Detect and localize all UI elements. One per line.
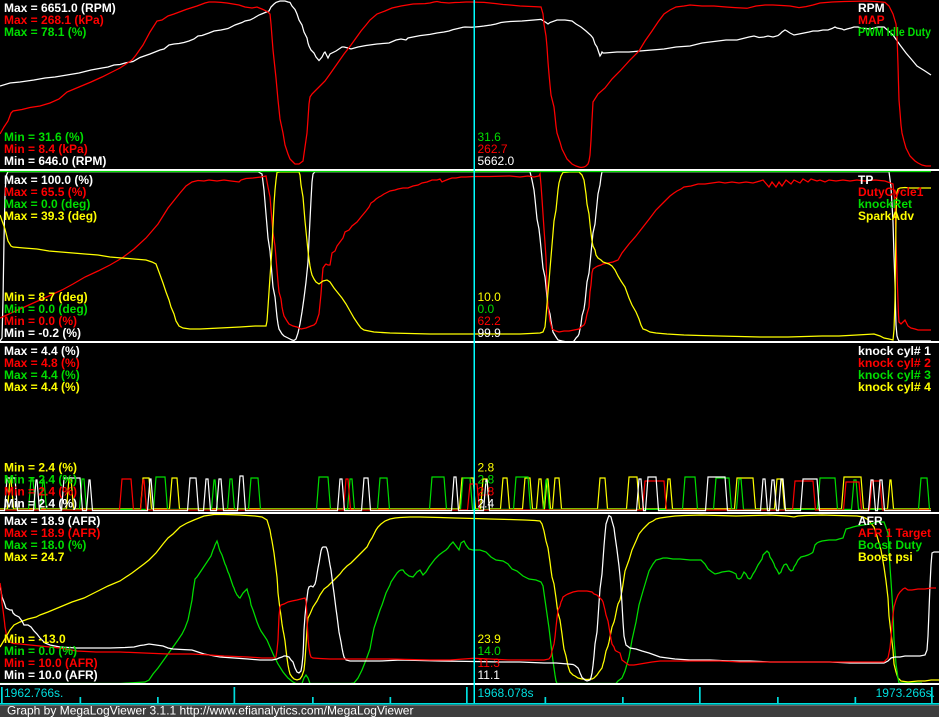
svg-text:knock cyl# 4: knock cyl# 4 (858, 380, 931, 394)
svg-text:Min = 2.4 (%): Min = 2.4 (%) (4, 497, 77, 511)
svg-text:Max = 78.1 (%): Max = 78.1 (%) (4, 25, 86, 39)
svg-text:Boost psi: Boost psi (858, 550, 913, 564)
svg-text:Max = 39.3 (deg): Max = 39.3 (deg) (4, 209, 97, 223)
svg-text:1962.766s.: 1962.766s. (4, 686, 63, 700)
svg-text:Max = 24.7: Max = 24.7 (4, 550, 65, 564)
svg-text:1968.078s: 1968.078s (478, 686, 534, 700)
svg-text:Min = -0.2 (%): Min = -0.2 (%) (4, 326, 81, 340)
svg-text:Graph by MegaLogViewer 3.1.1 h: Graph by MegaLogViewer 3.1.1 http://www.… (7, 704, 413, 717)
svg-text:2.4: 2.4 (478, 497, 495, 511)
svg-text:SparkAdv: SparkAdv (858, 209, 914, 223)
svg-text:Max = 4.4 (%): Max = 4.4 (%) (4, 380, 80, 394)
svg-text:Min = 646.0 (RPM): Min = 646.0 (RPM) (4, 154, 106, 168)
svg-text:Min = 10.0 (AFR): Min = 10.0 (AFR) (4, 668, 98, 682)
svg-text:99.9: 99.9 (478, 326, 502, 340)
svg-text:PWM Idle Duty: PWM Idle Duty (858, 25, 931, 39)
svg-text:5662.0: 5662.0 (478, 154, 515, 168)
svg-text:11.1: 11.1 (478, 668, 501, 682)
svg-text:1973.266s.: 1973.266s. (876, 686, 935, 700)
